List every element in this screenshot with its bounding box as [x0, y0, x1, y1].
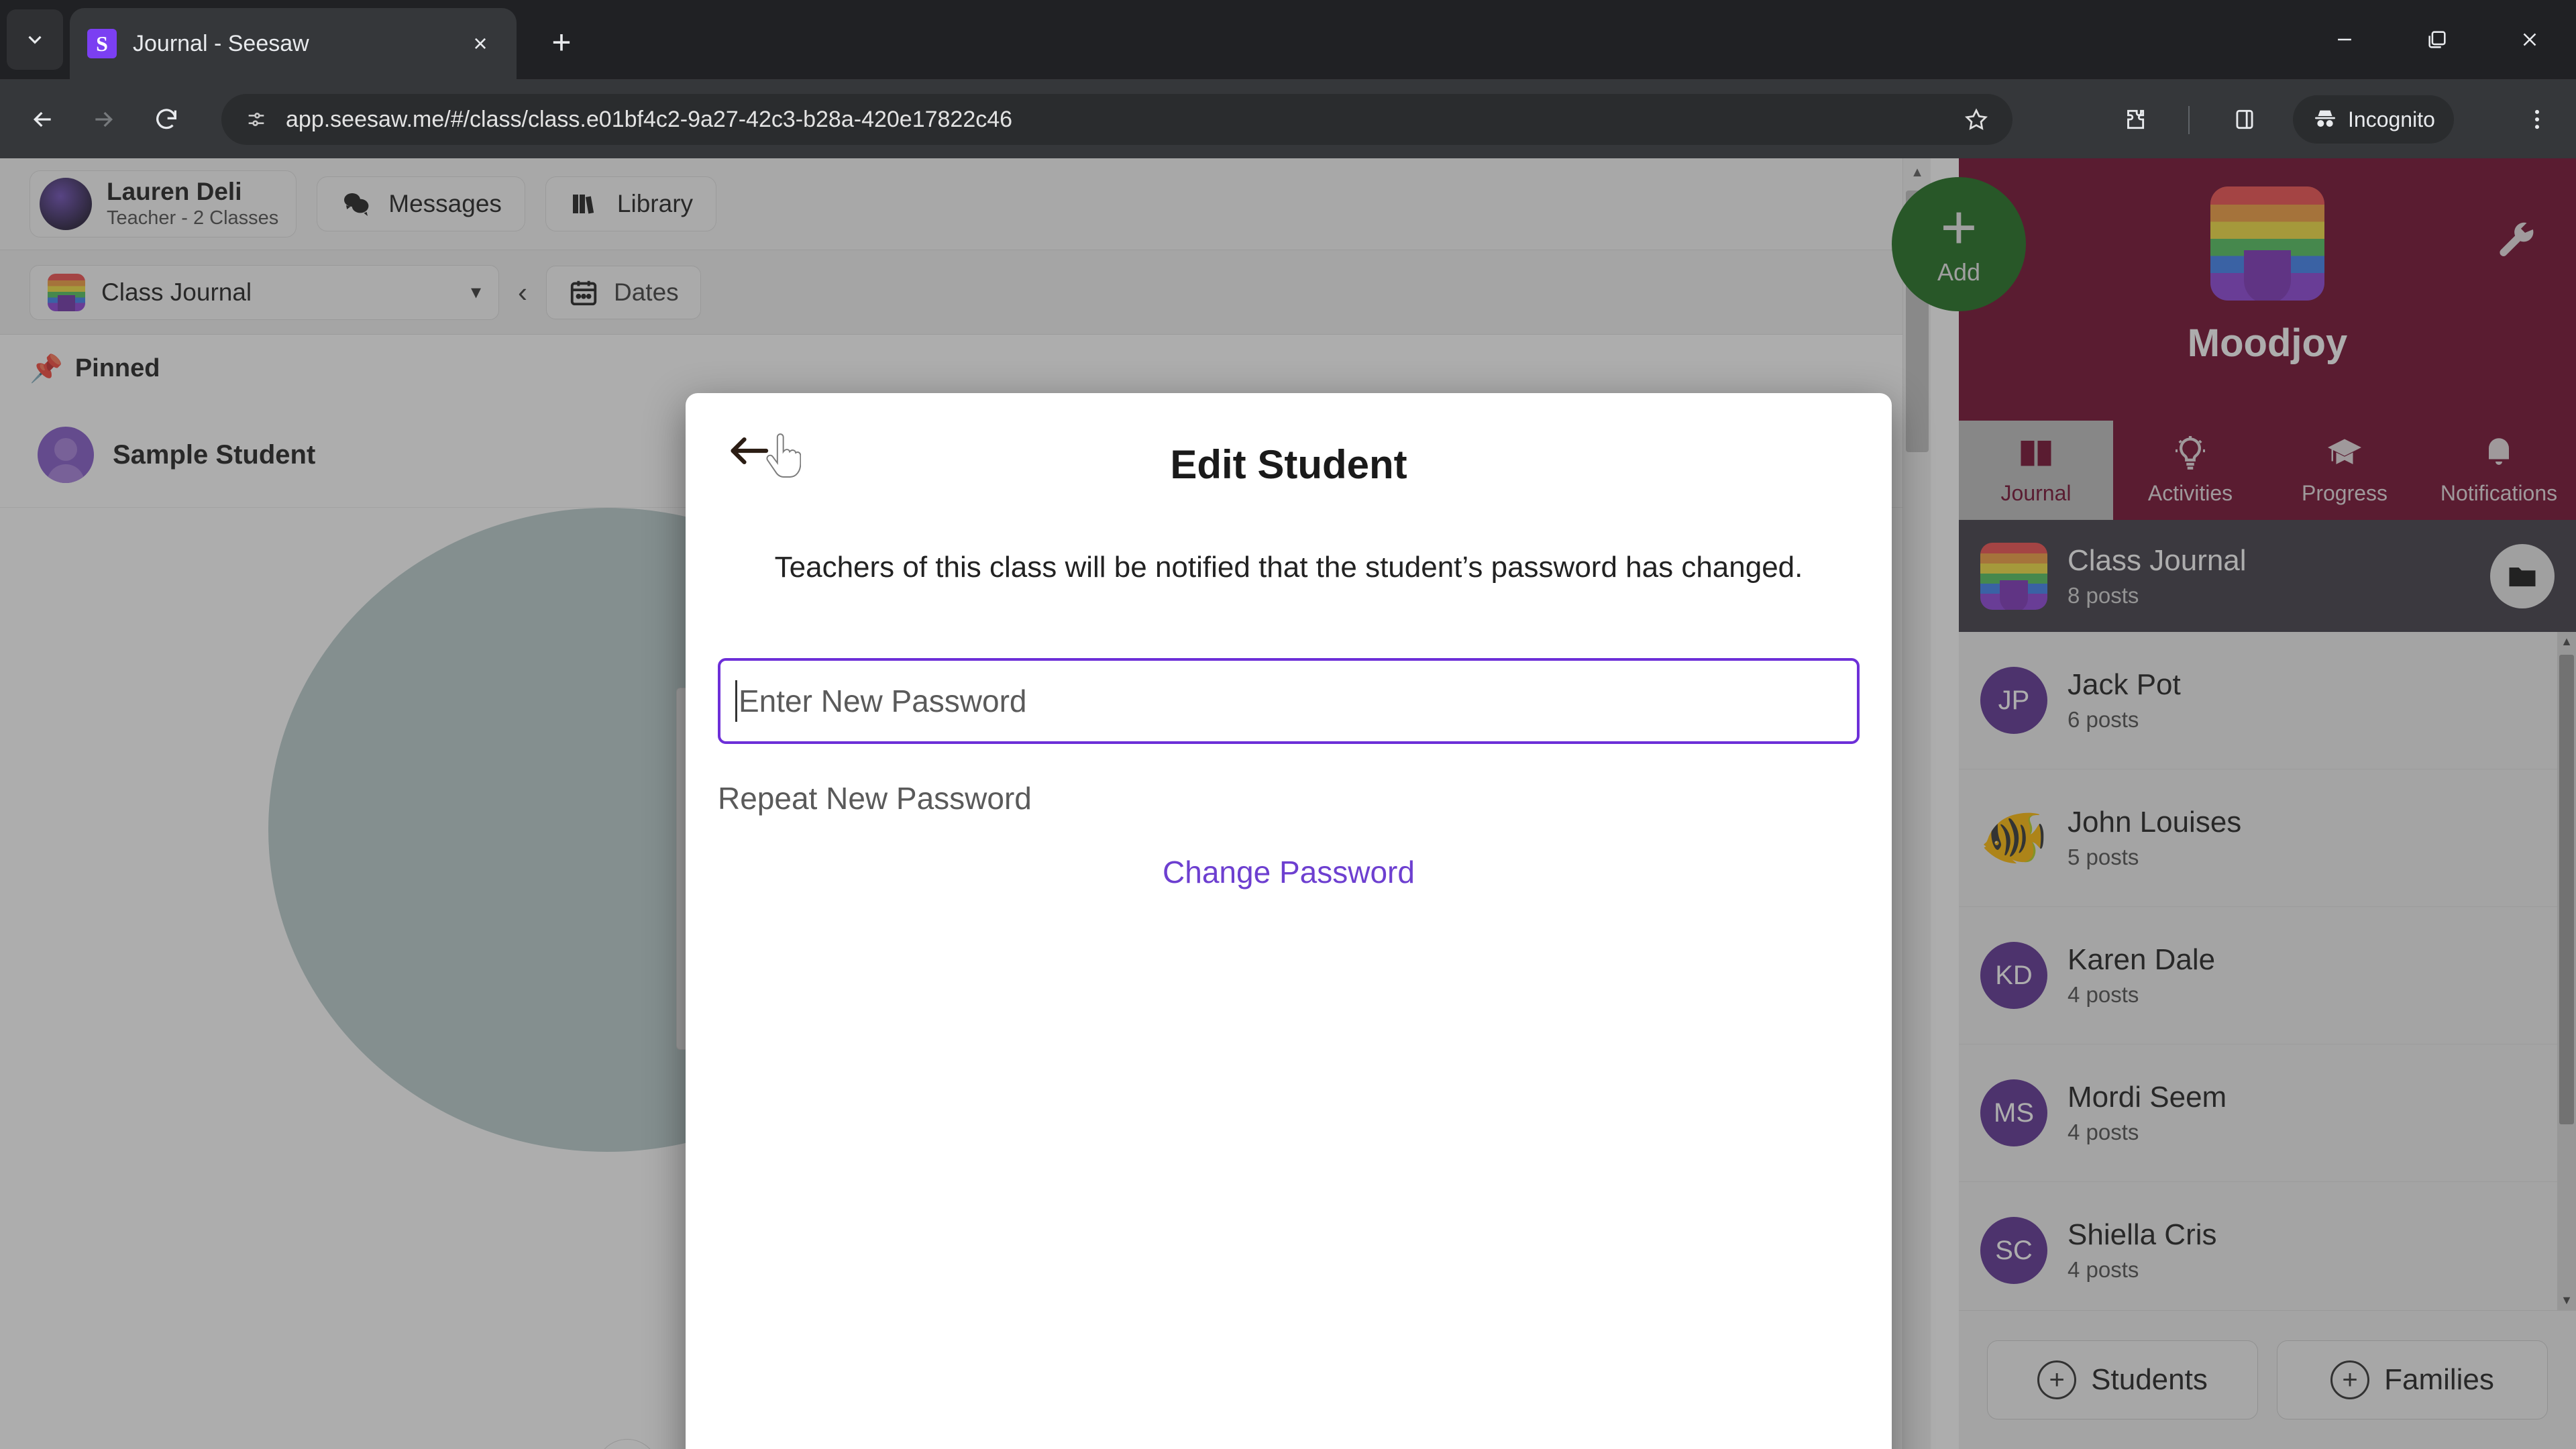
- maximize-button[interactable]: [2391, 0, 2483, 79]
- incognito-icon: [2315, 110, 2335, 127]
- modal-header: Edit Student: [686, 393, 1892, 527]
- browser-tab-strip: S Journal - Seesaw × +: [0, 0, 2576, 79]
- chevron-down-icon: [28, 36, 42, 44]
- repeat-password-field[interactable]: Repeat New Password: [718, 780, 1892, 816]
- favicon-letter: S: [96, 31, 108, 56]
- side-panel-icon: [2236, 109, 2253, 129]
- tab-search-button[interactable]: [7, 9, 63, 70]
- close-icon: [2523, 33, 2536, 46]
- reload-icon: [156, 109, 176, 129]
- chrome-menu-icon: [2534, 109, 2540, 129]
- close-icon[interactable]: ×: [462, 25, 499, 62]
- page-viewport: Lauren Deli Teacher - 2 Classes Messages…: [0, 158, 2576, 1449]
- edit-student-modal: Edit Student Teachers of this class will…: [686, 393, 1892, 1449]
- browser-reload-button[interactable]: [142, 95, 191, 144]
- modal-note: Teachers of this class will be notified …: [774, 551, 1803, 584]
- address-bar[interactable]: app.seesaw.me/#/class/class.e01bf4c2-9a2…: [221, 94, 2012, 145]
- new-password-field[interactable]: Enter New Password: [718, 658, 1860, 745]
- browser-forward-button[interactable]: [79, 95, 127, 144]
- chrome-menu-button[interactable]: [2514, 97, 2560, 142]
- bookmark-star-icon: [1964, 108, 1988, 130]
- text-caret: [735, 680, 737, 722]
- forward-icon: [95, 111, 113, 127]
- browser-toolbar: app.seesaw.me/#/class/class.e01bf4c2-9a2…: [0, 79, 2576, 158]
- minimize-icon: [2338, 38, 2351, 41]
- extensions-button[interactable]: [2112, 97, 2157, 142]
- page-title: Edit Student: [1170, 442, 1407, 487]
- url-text: app.seesaw.me/#/class/class.e01bf4c2-9a2…: [286, 106, 1013, 132]
- site-settings-button[interactable]: [236, 99, 276, 140]
- site-settings-icon: [248, 113, 264, 126]
- toolbar-divider: [2188, 106, 2190, 134]
- browser-tab[interactable]: S Journal - Seesaw ×: [70, 8, 517, 79]
- change-password-button[interactable]: Change Password: [686, 854, 1892, 890]
- incognito-indicator[interactable]: Incognito: [2293, 95, 2454, 144]
- incognito-label: Incognito: [2348, 107, 2435, 131]
- side-panel-button[interactable]: [2222, 97, 2267, 142]
- browser-back-button[interactable]: [19, 95, 67, 144]
- tab-title: Journal - Seesaw: [133, 30, 309, 56]
- seesaw-favicon: S: [87, 29, 117, 58]
- back-icon: [33, 111, 51, 127]
- restore-icon: [2428, 31, 2446, 48]
- window-controls: [2298, 0, 2576, 79]
- new-tab-button[interactable]: +: [537, 17, 586, 67]
- new-password-placeholder: Enter New Password: [739, 684, 1027, 719]
- minimize-button[interactable]: [2298, 0, 2391, 79]
- bookmark-button[interactable]: [1956, 99, 1996, 140]
- close-window-button[interactable]: [2483, 0, 2576, 79]
- extensions-icon: [2127, 109, 2145, 129]
